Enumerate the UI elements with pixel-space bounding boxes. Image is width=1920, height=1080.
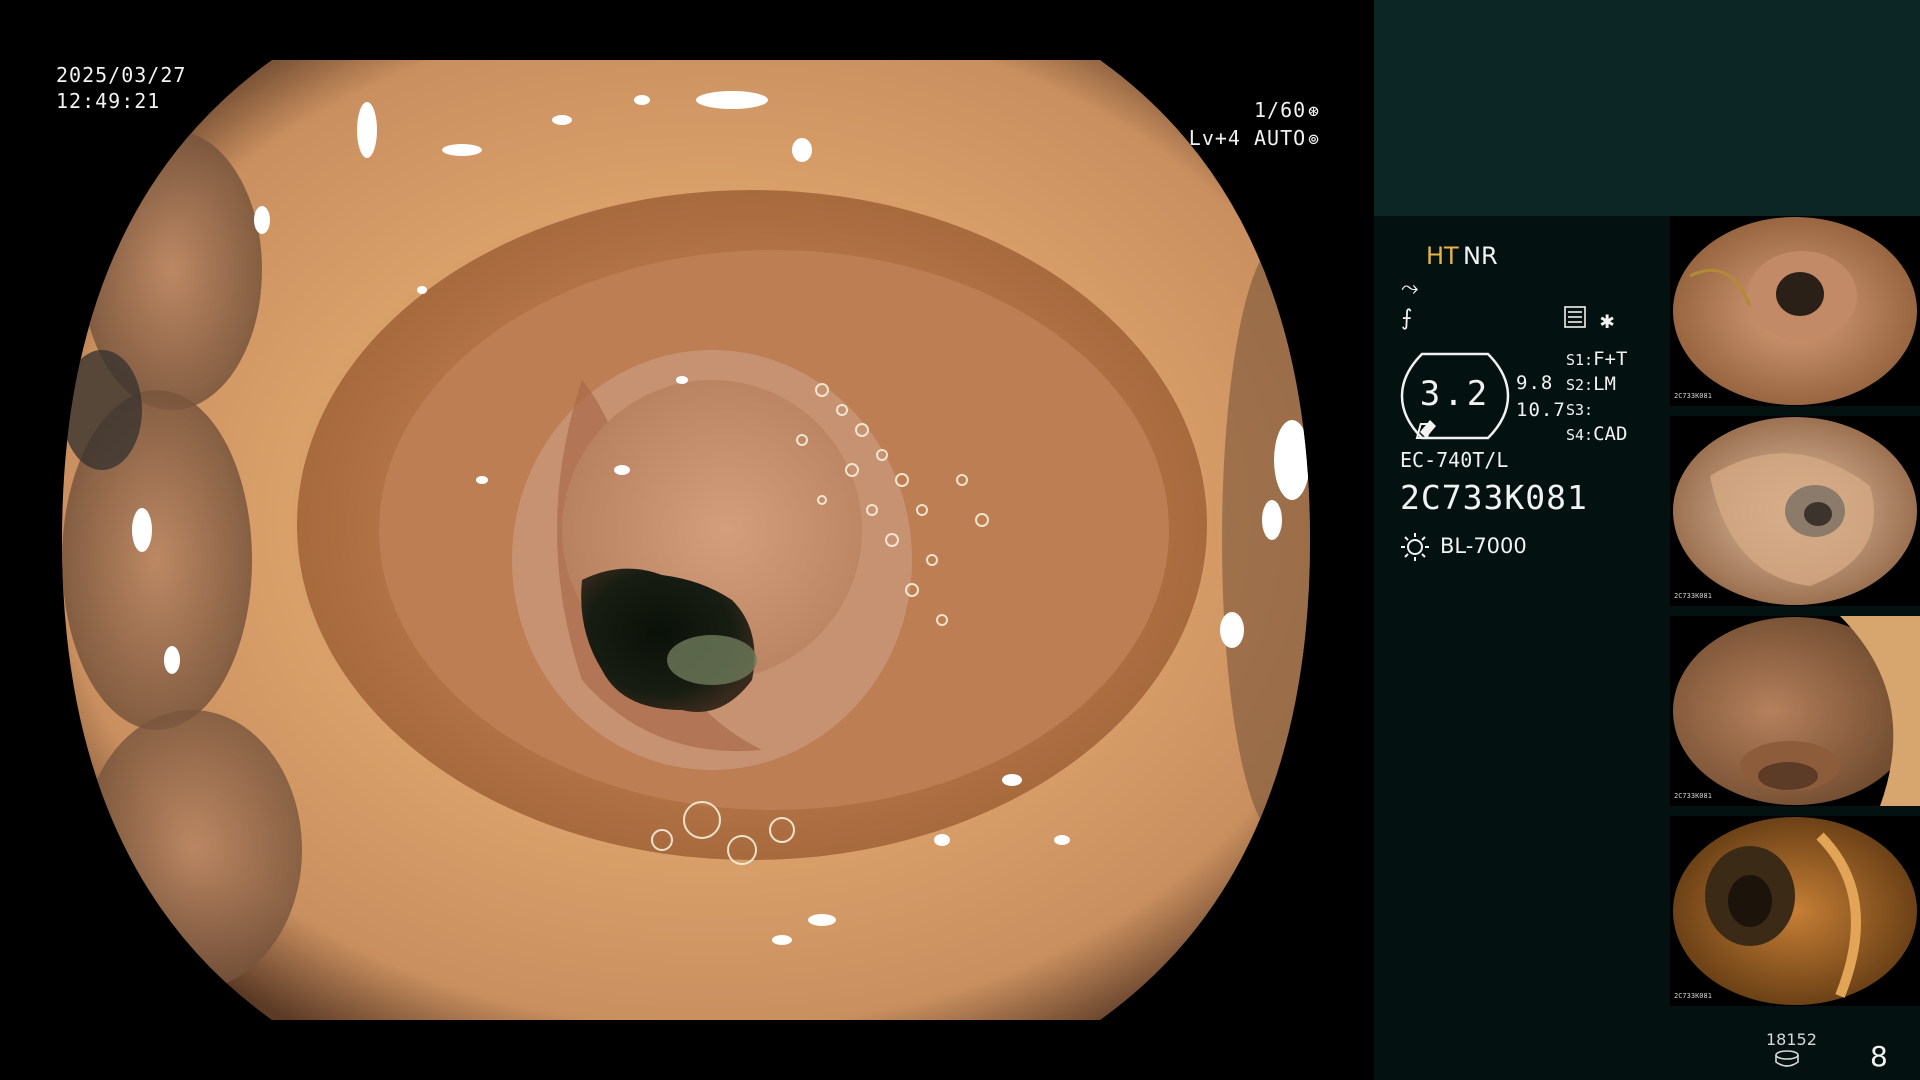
exam-time: 12:49:21 (56, 89, 161, 113)
filter-icon: ⨍ (1401, 306, 1413, 331)
switch-row-4: S4:CAD (1566, 423, 1627, 445)
info-header-panel (1374, 0, 1920, 216)
scope-serial: 2C733K081 (1400, 478, 1588, 517)
light-source-icon (1401, 533, 1429, 561)
scope-model: EC-740T/L (1400, 448, 1509, 472)
image-counter: 18152 (1766, 1030, 1817, 1049)
mode-ht-label: HT (1426, 242, 1459, 270)
switch-row-1: S1:F+T (1566, 348, 1627, 370)
thumbnail-image (1673, 616, 1920, 806)
captured-thumbnail[interactable]: 2C733K081 (1670, 416, 1920, 606)
captured-thumbnail[interactable]: 2C733K081 (1670, 216, 1920, 406)
thumbnail-image (1673, 217, 1917, 405)
shutter-speed-row: 1/60 ⊛ (1254, 97, 1320, 125)
thumbnail-image (1673, 417, 1917, 605)
captured-thumbnail[interactable]: 2C733K081 (1670, 616, 1920, 806)
thumbnail-label: 2C733K081 (1674, 792, 1712, 800)
switch-row-3: S3: (1566, 398, 1593, 420)
switch-value: CAD (1593, 423, 1628, 445)
brightness-level-row: Lv+4 AUTO ⊚ (1189, 125, 1320, 153)
shutter-speed-value: 1/60 (1253, 98, 1307, 122)
endoscope-live-view (62, 60, 1310, 1020)
asterisk-icon: ✱ (1600, 306, 1615, 334)
thumbnail-label: 2C733K081 (1674, 992, 1712, 1000)
thumbnail-image (1673, 817, 1917, 1005)
page-number: 8 (1870, 1040, 1888, 1073)
light-source-label: BL-7000 (1440, 534, 1527, 558)
mode-nr-label: NR (1463, 242, 1498, 270)
endoscopy-monitor: 2025/03/27 12:49:21 1/60 ⊛ Lv+4 AUTO ⊚ HT … (0, 0, 1920, 1080)
thumbnail-label: 2C733K081 (1674, 392, 1712, 400)
exam-date: 2025/03/27 (56, 63, 187, 87)
storage-icon (1775, 1050, 1799, 1067)
list-settings-icon (1564, 306, 1586, 328)
zoom-readout-a: 9.8 (1516, 372, 1554, 394)
captured-thumbnail[interactable]: 2C733K081 (1670, 816, 1920, 1006)
aperture-icon: ⊛ (1308, 101, 1320, 122)
brightness-level-value: Lv+4 AUTO (1188, 126, 1307, 150)
switch-value: F+T (1593, 348, 1628, 370)
iris-icon: ⊚ (1308, 129, 1320, 150)
thumbnail-label: 2C733K081 (1674, 592, 1712, 600)
colon-lumen-image (62, 60, 1310, 1020)
zoom-readout-b: 10.7 (1516, 399, 1566, 421)
switch-value: LM (1593, 373, 1616, 395)
switch-key: S2: (1566, 376, 1594, 394)
switch-key: S1: (1566, 351, 1594, 369)
switch-key: S4: (1566, 426, 1594, 444)
switch-key: S3: (1566, 401, 1594, 419)
zoom-value: 3.2 (1419, 374, 1491, 414)
enhancement-curve-icon: ⤳ (1401, 276, 1419, 301)
switch-row-2: S2:LM (1566, 373, 1616, 395)
